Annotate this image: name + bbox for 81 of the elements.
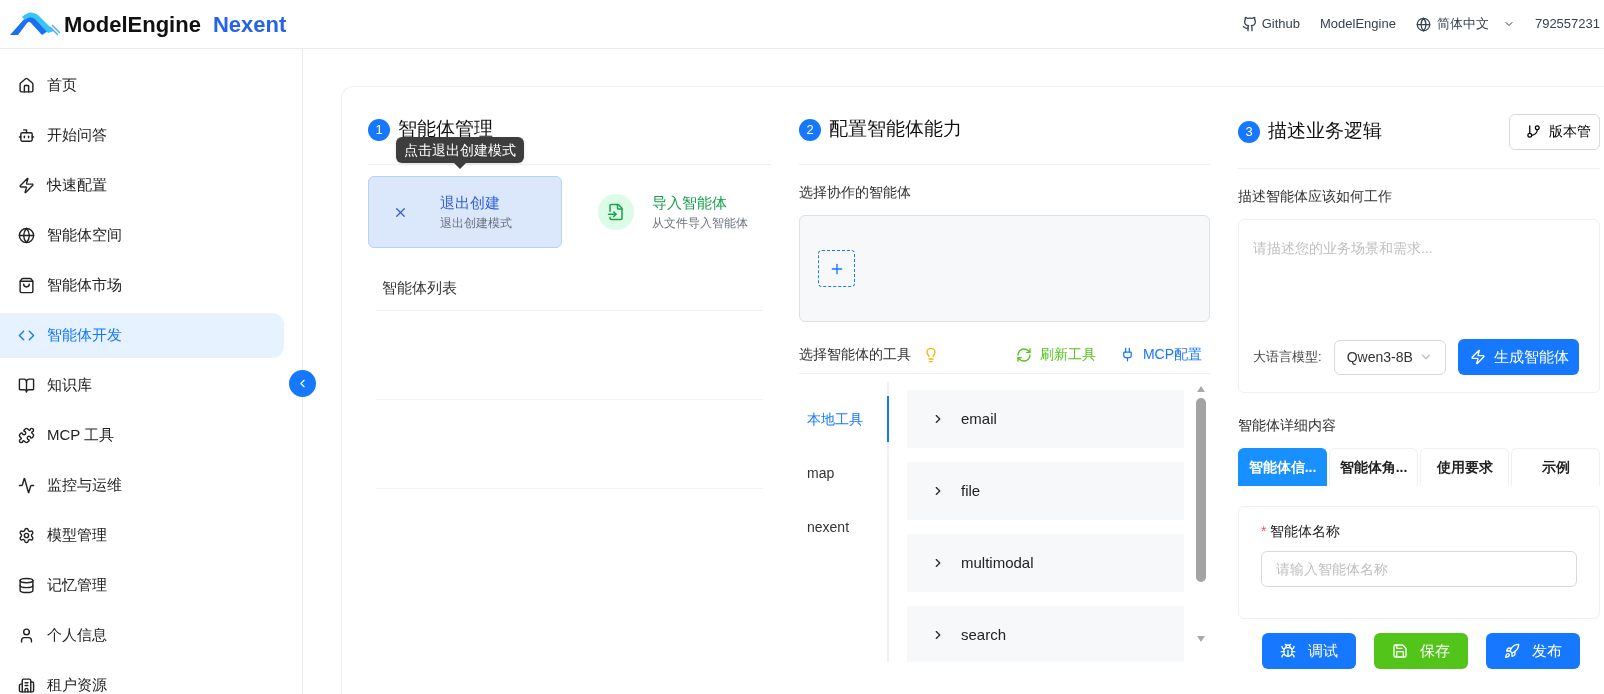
globe-icon [18, 227, 35, 244]
sidebar-item[interactable]: 监控与运维 [0, 463, 284, 508]
action-subtitle: 退出创建模式 [440, 215, 512, 233]
tool-category-tab[interactable]: 本地工具 [799, 396, 889, 442]
details-tab[interactable]: 使用要求 [1420, 448, 1509, 486]
action-title: 导入智能体 [651, 192, 728, 213]
exit-create-button[interactable]: 退出创建 退出创建模式 [368, 176, 562, 248]
file-import-icon [597, 194, 634, 230]
add-collaborator-button[interactable] [818, 250, 855, 287]
action-title: 退出创建 [440, 192, 501, 213]
sidebar-item[interactable]: 智能体开发 [0, 313, 284, 358]
bug-icon [1280, 643, 1296, 659]
puzzle-icon [18, 427, 35, 444]
field-label: 大语言模型: [1253, 348, 1322, 367]
refresh-icon [1015, 346, 1032, 363]
book-icon [18, 377, 35, 394]
database-icon [18, 577, 35, 594]
sidebar-item[interactable]: 租户资源 [0, 663, 284, 694]
sidebar-item[interactable]: 智能体市场 [0, 263, 284, 308]
save-icon [1392, 643, 1408, 659]
sidebar-item[interactable]: 个人信息 [0, 613, 284, 658]
sidebar-item[interactable]: 记忆管理 [0, 563, 284, 608]
brand-name: ModelEngine [64, 10, 201, 39]
product-name: Nexent [212, 10, 287, 39]
tool-category-tab[interactable]: map [799, 450, 889, 496]
description-input[interactable]: 请描述您的业务场景和需求... [1253, 238, 1585, 259]
section-title: 配置智能体能力 [829, 117, 962, 142]
section-title: 描述业务逻辑 [1268, 119, 1382, 144]
required-mark: * [1261, 522, 1267, 541]
generate-agent-button[interactable]: 生成智能体 [1457, 339, 1579, 375]
version-button[interactable]: 版本管 [1509, 113, 1600, 150]
sidebar-item[interactable]: 首页 [0, 63, 284, 108]
details-tab[interactable]: 智能体角... [1329, 448, 1418, 486]
step-number: 2 [799, 118, 821, 141]
sidebar-item[interactable]: 开始问答 [0, 113, 284, 158]
import-agent-button[interactable]: 导入智能体 从文件导入智能体 [577, 176, 771, 248]
user-account[interactable]: 792557231 [1534, 14, 1600, 34]
field-label: 描述智能体应该如何工作 [1238, 187, 1393, 206]
model-select[interactable]: Qwen3-8B [1333, 339, 1446, 375]
field-label: 选择协作的智能体 [799, 183, 912, 202]
language-selector[interactable]: 简体中文 [1415, 14, 1515, 34]
tool-group[interactable]: multimodal [907, 534, 1184, 592]
publish-button[interactable]: 发布 [1486, 633, 1580, 669]
lightning-icon [18, 177, 35, 194]
list-title: 智能体列表 [382, 277, 457, 298]
github-icon [1241, 16, 1258, 32]
building-icon [18, 677, 35, 694]
header-link[interactable]: ModelEngine [1320, 14, 1396, 34]
sidebar-item[interactable]: 知识库 [0, 363, 284, 408]
lightning-icon [1469, 349, 1486, 365]
debug-button[interactable]: 调试 [1262, 633, 1356, 669]
field-label: 智能体名称 [1270, 522, 1341, 541]
agent-name-input[interactable]: 请输入智能体名称 [1261, 551, 1577, 587]
tool-group[interactable]: file [907, 462, 1184, 520]
tool-group[interactable]: search [907, 606, 1184, 662]
pulse-icon [18, 477, 35, 494]
tooltip: 点击退出创建模式 [396, 137, 524, 169]
globe-icon [1415, 16, 1431, 32]
sidebar-item[interactable]: 模型管理 [0, 513, 284, 558]
home-icon [18, 77, 35, 94]
sidebar-item[interactable]: MCP 工具 [0, 413, 284, 458]
tool-group[interactable]: email [907, 390, 1184, 448]
shopping-bag-icon [18, 277, 35, 294]
field-label: 选择智能体的工具 [799, 345, 911, 364]
details-tab[interactable]: 示例 [1511, 448, 1600, 486]
user-icon [18, 627, 35, 644]
step-number: 3 [1238, 120, 1260, 143]
branch-icon [1526, 124, 1541, 139]
step-number: 1 [368, 118, 390, 141]
robot-icon [18, 127, 35, 144]
sidebar-item[interactable]: 智能体空间 [0, 213, 284, 258]
mcp-config-button[interactable]: MCP配置 [1119, 344, 1202, 365]
settings-icon [18, 527, 35, 544]
sidebar-item[interactable]: 快速配置 [0, 163, 284, 208]
section-subtitle: 智能体详细内容 [1238, 416, 1337, 435]
rocket-icon [1504, 643, 1520, 659]
tool-category-tab[interactable]: nexent [799, 504, 889, 550]
header-link[interactable]: Github [1241, 14, 1301, 34]
collapse-sidebar-button[interactable] [289, 370, 316, 397]
action-subtitle: 从文件导入智能体 [651, 215, 748, 233]
lightbulb-icon [923, 346, 939, 363]
